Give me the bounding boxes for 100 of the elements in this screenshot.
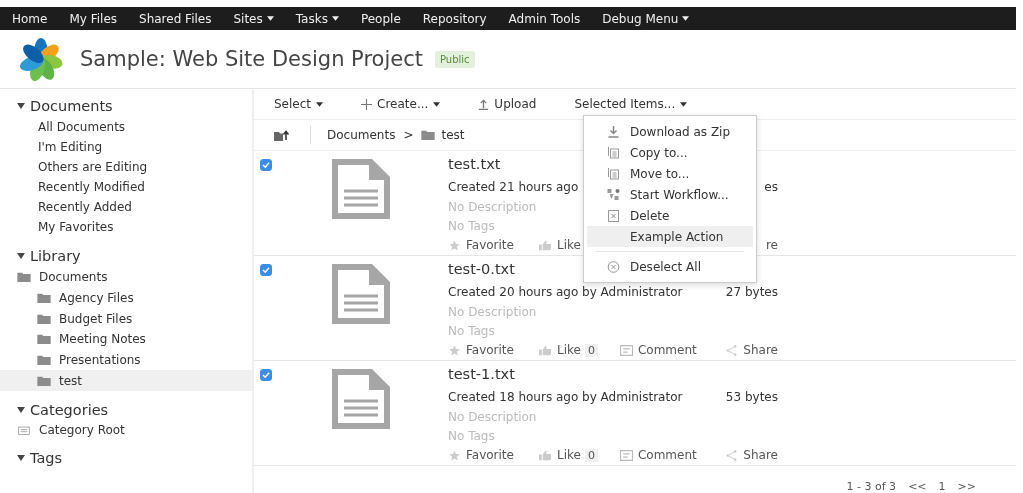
section-title[interactable]: Documents <box>30 98 113 114</box>
page-range: 1 - 3 of 3 <box>846 480 897 493</box>
like-link[interactable]: Like <box>539 448 581 462</box>
copy-icon <box>607 167 620 180</box>
document-icon <box>332 369 390 429</box>
site-title: Sample: Web Site Design Project <box>80 47 423 71</box>
folder-node[interactable]: Agency Files <box>0 287 252 309</box>
upload-icon <box>478 98 490 110</box>
sidebar-link[interactable]: Recently Modified <box>0 177 252 197</box>
star-icon <box>448 449 461 461</box>
folder-node[interactable]: test <box>0 370 252 392</box>
favorite-link[interactable]: Favorite <box>448 343 539 357</box>
download-icon <box>607 125 620 138</box>
nav-link[interactable]: My Files <box>69 11 118 26</box>
delete-icon <box>607 209 620 222</box>
thumbs-up-icon <box>539 449 552 461</box>
checkbox[interactable] <box>260 264 272 276</box>
menu-item[interactable]: Download as Zip <box>587 121 753 142</box>
like-link[interactable]: Like <box>539 238 581 252</box>
document-icon <box>332 264 390 324</box>
sidebar-link[interactable]: Others are Editing <box>0 157 252 177</box>
description-text: No Description <box>448 200 537 214</box>
comment-link[interactable]: Comment <box>619 343 710 357</box>
menu-item[interactable]: Delete <box>587 205 753 226</box>
next-page-link[interactable]: >> <box>957 480 976 493</box>
share-icon <box>725 449 739 461</box>
sidebar-link[interactable]: Recently Added <box>0 197 252 217</box>
expand-triangle-icon[interactable] <box>17 406 25 415</box>
category-link[interactable]: Category Root <box>39 423 125 438</box>
sidebar-link[interactable]: All Documents <box>0 117 252 137</box>
nav-link[interactable]: Tasks <box>295 11 339 26</box>
menu-item[interactable]: Copy to... <box>587 142 753 163</box>
star-icon <box>448 344 461 356</box>
toolbar-button[interactable]: Select <box>274 97 324 111</box>
favorite-link[interactable]: Favorite <box>448 238 539 252</box>
close-circle-icon <box>607 260 620 273</box>
share-link[interactable]: Share <box>718 343 778 357</box>
folder-icon <box>17 272 31 283</box>
breadcrumb-separator: > <box>403 128 414 142</box>
folder-node[interactable]: Budget Files <box>0 308 252 330</box>
thumbs-up-icon <box>539 344 552 356</box>
favorite-link[interactable]: Favorite <box>448 448 539 462</box>
like-link[interactable]: Like <box>539 343 581 357</box>
like-count: 0 <box>584 343 598 357</box>
breadcrumb-current: test <box>441 128 465 142</box>
folder-icon <box>37 375 51 386</box>
menu-item[interactable]: Deselect All <box>587 256 753 277</box>
file-size: 27 bytes <box>725 284 778 299</box>
breadcrumb-link[interactable]: Documents <box>327 128 396 142</box>
nav-link[interactable]: Sites <box>233 11 274 26</box>
file-name[interactable]: test-1.txt <box>448 366 778 387</box>
folder-icon <box>421 130 436 140</box>
description-text: No Description <box>448 305 537 319</box>
folder-node[interactable]: Meeting Notes <box>0 329 252 350</box>
like-count: 0 <box>584 448 598 462</box>
comment-icon <box>619 344 633 356</box>
toolbar-button[interactable]: Selected Items... <box>574 97 688 111</box>
description-text: No Description <box>448 410 537 424</box>
plus-icon <box>361 98 373 110</box>
category-icon <box>17 425 31 436</box>
created-info: Created 18 hours ago by Administrator <box>448 389 683 404</box>
menu-item[interactable]: Start Workflow... <box>587 184 753 205</box>
tags-text: No Tags <box>448 324 495 338</box>
folder-icon <box>37 293 51 304</box>
share-link[interactable]: Share <box>718 448 778 462</box>
sidebar-link[interactable]: My Favorites <box>0 217 252 237</box>
folder-up-icon[interactable] <box>274 129 290 141</box>
expand-triangle-icon[interactable] <box>17 102 25 110</box>
tags-text: No Tags <box>448 219 495 233</box>
page-number[interactable]: 1 <box>938 480 946 493</box>
comment-link[interactable]: Comment <box>619 448 710 462</box>
menu-item[interactable]: Move to... <box>587 163 753 184</box>
expand-triangle-icon[interactable] <box>17 252 25 260</box>
copy-icon <box>607 146 620 159</box>
tags-text: No Tags <box>448 429 495 443</box>
expand-triangle-icon[interactable] <box>17 454 25 463</box>
checkbox[interactable] <box>260 369 272 381</box>
toolbar-button[interactable]: Upload <box>478 97 537 111</box>
section-title[interactable]: Tags <box>30 450 63 467</box>
nav-link[interactable]: Repository <box>422 11 487 26</box>
nav-link[interactable]: Home <box>12 11 48 26</box>
folder-icon <box>37 313 51 324</box>
previous-page-link[interactable]: << <box>908 480 927 493</box>
folder-node[interactable]: Presentations <box>0 349 252 371</box>
folder-node[interactable]: Documents <box>0 267 252 288</box>
nav-link[interactable]: Admin Tools <box>508 11 581 26</box>
sidebar-link[interactable]: I'm Editing <box>0 137 252 157</box>
checkbox[interactable] <box>260 159 272 171</box>
nav-link[interactable]: People <box>360 11 401 26</box>
document-icon <box>332 159 390 219</box>
created-info: Created 20 hours ago by Administrator <box>448 284 683 299</box>
toolbar-button[interactable]: Create... <box>361 97 441 111</box>
menu-item[interactable]: Example Action <box>587 226 753 247</box>
star-icon <box>448 239 461 251</box>
thumbs-up-icon <box>539 239 552 251</box>
comment-icon <box>619 449 633 461</box>
section-title[interactable]: Library <box>30 248 81 264</box>
section-title[interactable]: Categories <box>30 402 109 419</box>
nav-link[interactable]: Debug Menu <box>602 11 690 26</box>
nav-link[interactable]: Shared Files <box>139 11 212 26</box>
